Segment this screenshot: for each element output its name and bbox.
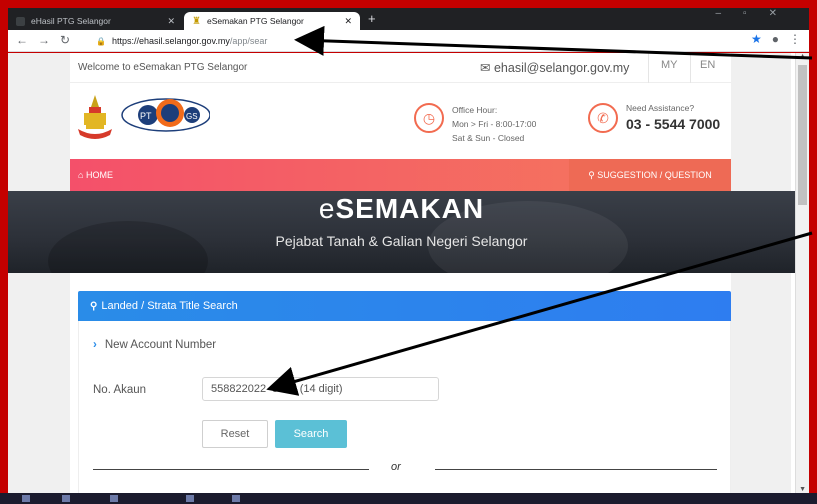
taskbar-app-icon[interactable] bbox=[110, 495, 118, 502]
phone-icon: ✆ bbox=[588, 103, 618, 133]
lang-my-link[interactable]: MY bbox=[661, 59, 678, 71]
page-viewport: Welcome to eSemakan PTG Selangor ✉ ehasi… bbox=[8, 53, 809, 493]
lang-en-link[interactable]: EN bbox=[700, 59, 715, 71]
office-hour-label: Office Hour: bbox=[452, 105, 498, 115]
divider-line bbox=[93, 469, 369, 470]
tab-esemakan[interactable]: ♜ eSemakan PTG Selangor ✕ bbox=[184, 12, 360, 30]
account-field-label: No. Akaun bbox=[93, 384, 147, 396]
close-tab-icon[interactable]: ✕ bbox=[167, 16, 175, 27]
url-host: https://ehasil.selangor.gov.my bbox=[111, 36, 230, 46]
email-link[interactable]: ✉ ehasil@selangor.gov.my bbox=[480, 60, 629, 75]
address-bar[interactable]: 🔒 https://ehasil.selangor.gov.my/app/sea… bbox=[96, 33, 756, 49]
nav-suggestion[interactable]: ⚲ SUGGESTION / QUESTION bbox=[569, 159, 731, 191]
page-margin-right bbox=[731, 53, 791, 493]
section-label: New Account Number bbox=[104, 339, 217, 351]
taskbar-app-icon[interactable] bbox=[22, 495, 30, 502]
lang-separator bbox=[648, 53, 649, 83]
page-margin-left bbox=[8, 53, 70, 493]
lang-separator bbox=[690, 53, 691, 83]
menu-kebab-icon[interactable]: ⋮ bbox=[789, 32, 801, 46]
selangor-crest-logo[interactable] bbox=[76, 93, 114, 143]
taskbar-app-icon[interactable] bbox=[232, 495, 240, 502]
main-content: ⚲ Landed / Strata Title Search › New Acco… bbox=[70, 273, 731, 493]
brand-header: PT GS ◷ Office Hour: Mon > Fri - 8:00-17… bbox=[70, 83, 731, 159]
search-button[interactable]: Search bbox=[275, 420, 347, 448]
divider-or: or bbox=[391, 461, 401, 473]
lock-icon: 🔒 bbox=[96, 36, 106, 46]
search-panel-title: Landed / Strata Title Search bbox=[101, 300, 238, 312]
assist-label: Need Assistance? bbox=[626, 103, 695, 113]
vertical-scrollbar[interactable]: ▲ ▼ bbox=[795, 53, 809, 493]
email-text: ehasil@selangor.gov.my bbox=[493, 61, 630, 75]
url-path: /app/sear bbox=[229, 36, 268, 46]
tab-title: eHasil PTG Selangor bbox=[31, 16, 111, 26]
assist-phone[interactable]: 03 - 5544 7000 bbox=[626, 116, 720, 132]
scroll-up-arrow-icon[interactable]: ▲ bbox=[799, 53, 806, 60]
home-icon: ⌂ bbox=[78, 170, 84, 180]
clock-icon: ◷ bbox=[414, 103, 444, 133]
tab-title: eSemakan PTG Selangor bbox=[207, 16, 304, 26]
forward-arrow-icon[interactable]: → bbox=[38, 33, 50, 47]
section-new-account[interactable]: › New Account Number bbox=[93, 339, 216, 351]
svg-text:GS: GS bbox=[186, 112, 198, 121]
svg-text:PT: PT bbox=[140, 111, 152, 121]
hero-title: eSEMAKAN bbox=[8, 193, 795, 225]
main-navbar: ⌂ HOME ⚲ SUGGESTION / QUESTION bbox=[70, 159, 731, 191]
reload-icon[interactable]: ↻ bbox=[60, 33, 70, 47]
search-icon: ⚲ bbox=[90, 300, 98, 312]
reset-button[interactable]: Reset bbox=[202, 420, 268, 448]
divider-line bbox=[435, 469, 717, 470]
search-panel-body: › New Account Number No. Akaun Reset Sear… bbox=[78, 321, 731, 493]
office-hour-weekend: Sat & Sun - Closed bbox=[452, 133, 525, 143]
hero-subtitle: Pejabat Tanah & Galian Negeri Selangor bbox=[275, 233, 528, 249]
welcome-text: Welcome to eSemakan PTG Selangor bbox=[78, 62, 248, 73]
profile-icon[interactable]: ● bbox=[772, 32, 779, 46]
nav-suggestion-label: SUGGESTION / QUESTION bbox=[597, 170, 712, 180]
back-arrow-icon[interactable]: ← bbox=[16, 33, 28, 47]
crest-favicon-icon: ♜ bbox=[192, 15, 201, 27]
ptg-logo[interactable]: PT GS bbox=[120, 97, 210, 133]
scroll-down-arrow-icon[interactable]: ▼ bbox=[799, 486, 806, 493]
hero-title-main: SEMAKAN bbox=[335, 193, 485, 224]
taskbar-app-icon[interactable] bbox=[62, 495, 70, 502]
chevron-right-icon: › bbox=[93, 339, 97, 351]
office-hours: Office Hour: Mon > Fri - 8:00-17:00 Sat … bbox=[452, 103, 536, 145]
new-tab-icon[interactable]: + bbox=[368, 11, 376, 26]
browser-toolbar: ← → ↻ 🔒 https://ehasil.selangor.gov.my/a… bbox=[8, 30, 809, 52]
taskbar-app-icon[interactable] bbox=[186, 495, 194, 502]
close-tab-icon[interactable]: ✕ bbox=[344, 16, 352, 27]
nav-home-label: HOME bbox=[85, 170, 113, 180]
scroll-thumb[interactable] bbox=[798, 65, 807, 205]
nav-home[interactable]: ⌂ HOME bbox=[78, 170, 113, 180]
page-favicon-icon bbox=[16, 16, 25, 26]
hero-title-prefix: e bbox=[318, 193, 336, 224]
map-pin-icon: ⚲ bbox=[588, 169, 595, 180]
search-panel-heading: ⚲ Landed / Strata Title Search bbox=[78, 291, 731, 321]
bookmark-star-icon[interactable]: ★ bbox=[751, 32, 762, 46]
office-hour-weekday: Mon > Fri - 8:00-17:00 bbox=[452, 119, 537, 129]
window-controls[interactable]: –▫✕ bbox=[716, 8, 800, 19]
envelope-icon: ✉ bbox=[480, 61, 491, 75]
browser-tab-bar: eHasil PTG Selangor ✕ ♜ eSemakan PTG Sel… bbox=[8, 8, 809, 30]
top-info-bar: Welcome to eSemakan PTG Selangor ✉ ehasi… bbox=[70, 53, 731, 83]
account-number-input[interactable] bbox=[202, 377, 439, 401]
tab-ehasil[interactable]: eHasil PTG Selangor ✕ bbox=[8, 12, 183, 30]
os-taskbar bbox=[0, 493, 817, 504]
hero-banner: eSEMAKAN Pejabat Tanah & Galian Negeri S… bbox=[8, 191, 795, 273]
